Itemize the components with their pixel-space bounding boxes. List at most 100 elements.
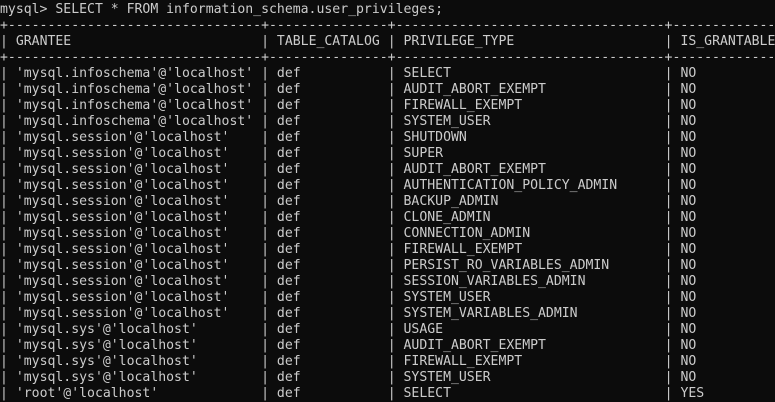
table-separator: |: [387, 194, 396, 209]
table-separator: |: [387, 82, 396, 97]
table-separator: |: [387, 146, 396, 161]
table-row: | 'mysql.session'@'localhost' | def | CO…: [0, 226, 775, 242]
cell-privilege-type: SELECT: [395, 386, 665, 401]
cell-table-catalog: def: [269, 226, 388, 241]
table-separator: |: [664, 274, 673, 289]
cell-privilege-type: FIREWALL_EXEMPT: [395, 242, 665, 257]
table-separator: |: [261, 290, 270, 305]
cell-table-catalog: def: [269, 194, 388, 209]
table-separator: |: [664, 82, 673, 97]
table-separator: |: [664, 242, 673, 257]
table-border-top: +--------------------------------+------…: [0, 18, 775, 33]
cell-privilege-type: AUDIT_ABORT_EXEMPT: [395, 338, 665, 353]
table-separator: |: [0, 146, 8, 161]
cell-is-grantable: NO: [672, 146, 775, 161]
table-separator: |: [664, 386, 673, 401]
table-separator: |: [387, 274, 396, 289]
table-separator: |: [387, 338, 396, 353]
cell-table-catalog: def: [269, 258, 388, 273]
cell-grantee: 'mysql.session'@'localhost': [7, 210, 262, 225]
cell-table-catalog: def: [269, 82, 388, 97]
table-separator: |: [261, 370, 270, 385]
table-separator: |: [387, 162, 396, 177]
table-separator: |: [0, 258, 8, 273]
table-separator: |: [261, 338, 270, 353]
table-separator: |: [387, 66, 396, 81]
cell-is-grantable: NO: [672, 114, 775, 129]
table-separator: |: [261, 386, 270, 401]
terminal-window[interactable]: mysql> SELECT * FROM information_schema.…: [0, 2, 775, 402]
table-separator: |: [261, 210, 270, 225]
cell-table-catalog: def: [269, 114, 388, 129]
table-separator: |: [0, 130, 8, 145]
table-row: | 'mysql.session'@'localhost' | def | BA…: [0, 194, 775, 210]
table-separator: |: [664, 290, 673, 305]
cell-table-catalog: def: [269, 274, 388, 289]
cell-is-grantable: NO: [672, 98, 775, 113]
cell-table-catalog: def: [269, 178, 388, 193]
cell-table-catalog: def: [269, 338, 388, 353]
table-separator: |: [0, 322, 8, 337]
cell-grantee: 'mysql.session'@'localhost': [7, 130, 262, 145]
table-separator: |: [664, 146, 673, 161]
cell-table-catalog: def: [269, 162, 388, 177]
table-separator: |: [0, 290, 8, 305]
cell-privilege-type: CONNECTION_ADMIN: [395, 226, 665, 241]
table-separator: |: [387, 178, 396, 193]
cell-table-catalog: def: [269, 386, 388, 401]
table-separator: |: [387, 226, 396, 241]
table-row: | 'mysql.session'@'localhost' | def | PE…: [0, 258, 775, 274]
table-separator: |: [0, 274, 8, 289]
cell-is-grantable: NO: [672, 242, 775, 257]
table-separator: |: [261, 178, 270, 193]
cell-privilege-type: SYSTEM_USER: [395, 370, 665, 385]
cell-privilege-type: AUDIT_ABORT_EXEMPT: [395, 162, 665, 177]
table-separator: |: [664, 322, 673, 337]
table-separator: |: [261, 322, 270, 337]
table-row: | 'mysql.infoschema'@'localhost' | def |…: [0, 98, 775, 114]
table-row: | 'mysql.session'@'localhost' | def | SU…: [0, 146, 775, 162]
table-separator: |: [0, 82, 8, 97]
mysql-prompt: mysql>: [0, 2, 56, 17]
cell-privilege-type: BACKUP_ADMIN: [395, 194, 665, 209]
table-row: | 'mysql.session'@'localhost' | def | SE…: [0, 274, 775, 290]
table-separator: |: [664, 194, 673, 209]
table-row: | 'mysql.sys'@'localhost' | def | FIREWA…: [0, 354, 775, 370]
table-separator: |: [664, 370, 673, 385]
cell-is-grantable: NO: [672, 82, 775, 97]
cell-table-catalog: def: [269, 66, 388, 81]
table-separator: |: [387, 114, 396, 129]
cell-table-catalog: def: [269, 242, 388, 257]
table-separator: |: [664, 178, 673, 193]
table-separator: |: [261, 226, 270, 241]
table-separator: |: [387, 130, 396, 145]
table-separator: |: [0, 98, 8, 113]
cell-privilege-type: SUPER: [395, 146, 665, 161]
cell-is-grantable: NO: [672, 162, 775, 177]
table-separator: |: [387, 370, 396, 385]
cell-table-catalog: def: [269, 130, 388, 145]
cell-privilege-type: CLONE_ADMIN: [395, 210, 665, 225]
cell-privilege-type: PERSIST_RO_VARIABLES_ADMIN: [395, 258, 665, 273]
column-header-privilege-type: PRIVILEGE_TYPE: [395, 34, 665, 49]
table-separator: |: [0, 194, 8, 209]
table-row: | 'mysql.sys'@'localhost' | def | AUDIT_…: [0, 338, 775, 354]
cell-privilege-type: SHUTDOWN: [395, 130, 665, 145]
table-separator: |: [387, 210, 396, 225]
cell-grantee: 'mysql.session'@'localhost': [7, 162, 262, 177]
table-separator: |: [0, 114, 8, 129]
cell-is-grantable: NO: [672, 306, 775, 321]
cell-privilege-type: SYSTEM_USER: [395, 290, 665, 305]
cell-grantee: 'root'@'localhost': [7, 386, 262, 401]
table-separator: |: [664, 66, 673, 81]
table-separator: |: [664, 162, 673, 177]
column-header-table-catalog: TABLE_CATALOG: [269, 34, 388, 49]
table-separator: |: [0, 178, 8, 193]
cell-is-grantable: NO: [672, 338, 775, 353]
table-separator: |: [0, 66, 8, 81]
table-separator: |: [387, 322, 396, 337]
table-separator: |: [261, 194, 270, 209]
table-separator: |: [664, 98, 673, 113]
table-row: | 'mysql.session'@'localhost' | def | SH…: [0, 130, 775, 146]
table-separator: |: [387, 354, 396, 369]
